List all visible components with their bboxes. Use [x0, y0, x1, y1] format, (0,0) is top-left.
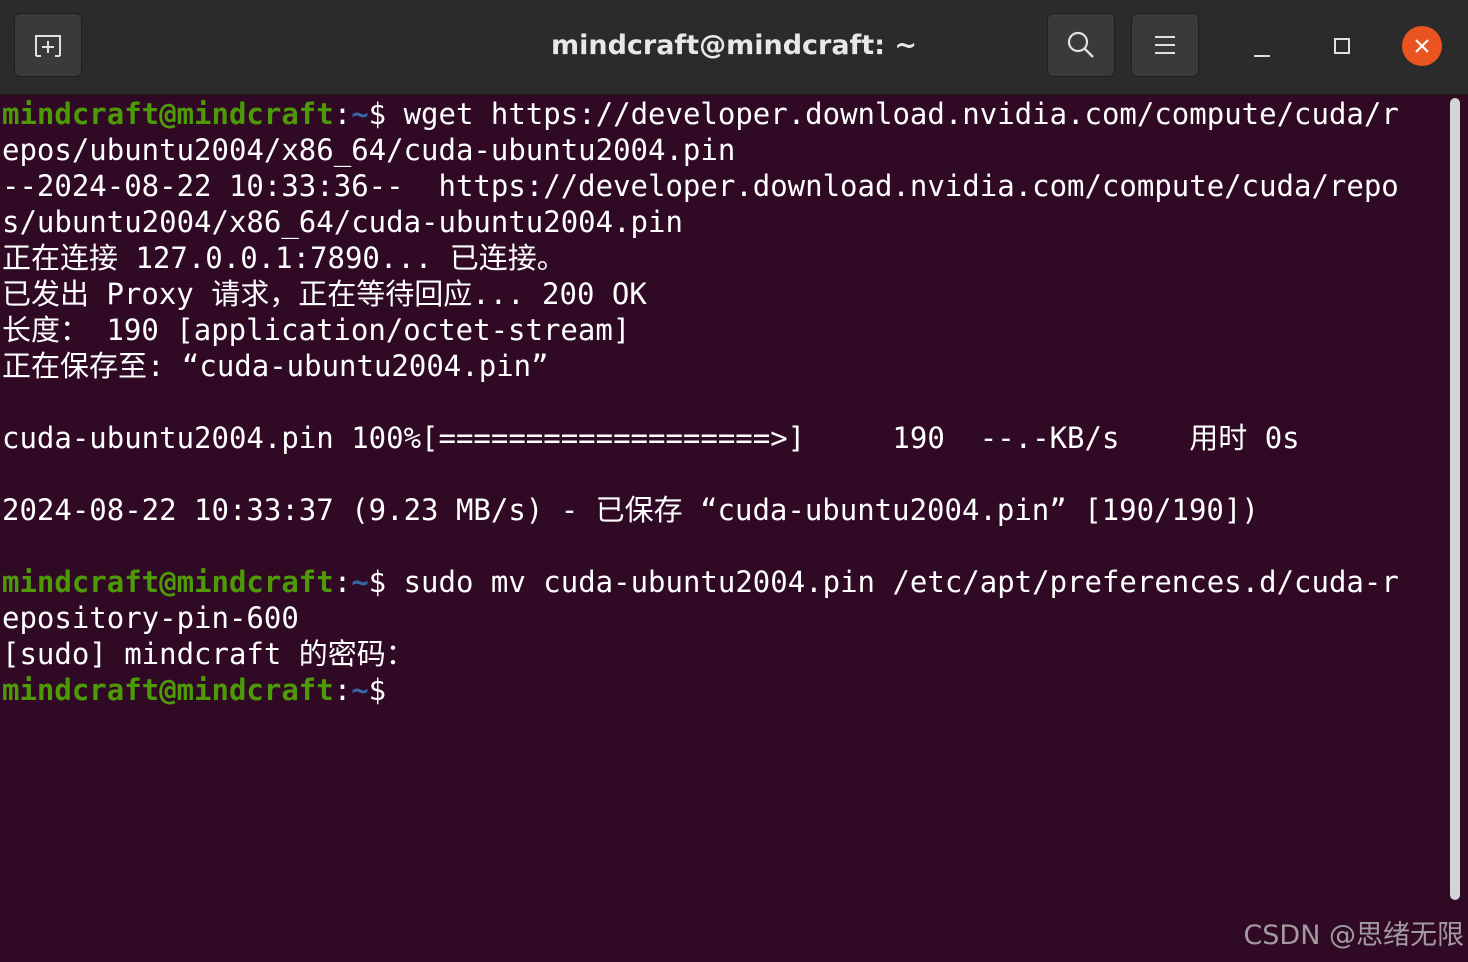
output-line: 正在连接 127.0.0.1:7890... 已连接。 [2, 240, 1442, 276]
prompt-separator: : [333, 565, 352, 599]
output-line: [sudo] mindcraft 的密码： [2, 636, 1442, 672]
output-line: s/ubuntu2004/x86_64/cuda-ubuntu2004.pin [2, 204, 1442, 240]
prompt-path: ~ [351, 97, 369, 131]
output-text: [sudo] mindcraft 的密码： [2, 637, 415, 671]
prompt-line: mindcraft@mindcraft:~$ sudo mv cuda-ubun… [2, 564, 1442, 600]
output-text: 正在保存至: “cuda-ubuntu2004.pin” [2, 349, 549, 383]
output-line: 2024-08-22 10:33:37 (9.23 MB/s) - 已保存 “c… [2, 492, 1442, 528]
prompt-line: mindcraft@mindcraft:~$ [2, 672, 1442, 708]
output-text: --2024-08-22 10:33:36-- https://develope… [2, 169, 1399, 203]
prompt-user: mindcraft@mindcraft [2, 565, 334, 599]
command-text: wget https://developer.download.nvidia.c… [403, 97, 1399, 131]
title-bar: mindcraft@mindcraft: ~ [0, 0, 1468, 95]
prompt-line: mindcraft@mindcraft:~$ wget https://deve… [2, 96, 1442, 132]
minimize-button[interactable] [1242, 30, 1282, 70]
maximize-button[interactable] [1322, 26, 1362, 66]
output-text: epos/ubuntu2004/x86_64/cuda-ubuntu2004.p… [2, 133, 736, 167]
watermark: CSDN @思绪无限 [1243, 920, 1464, 951]
output-line: 正在保存至: “cuda-ubuntu2004.pin” [2, 348, 1442, 384]
output-text: s/ubuntu2004/x86_64/cuda-ubuntu2004.pin [2, 205, 683, 239]
output-line: 已发出 Proxy 请求，正在等待回应... 200 OK [2, 276, 1442, 312]
prompt-path: ~ [351, 673, 369, 707]
output-text: 正在连接 127.0.0.1:7890... 已连接。 [2, 241, 566, 275]
terminal-window: mindcraft@mindcraft: ~ mindcraft@mindcra… [0, 0, 1468, 962]
output-text: epository-pin-600 [2, 601, 299, 635]
prompt-symbol: $ [368, 565, 404, 599]
close-icon [1415, 39, 1429, 53]
output-line: epository-pin-600 [2, 600, 1442, 636]
output-text: 长度： 190 [application/octet-stream] [2, 313, 631, 347]
output-line: epos/ubuntu2004/x86_64/cuda-ubuntu2004.p… [2, 132, 1442, 168]
prompt-separator: : [333, 673, 352, 707]
prompt-user: mindcraft@mindcraft [2, 673, 334, 707]
terminal-output[interactable]: mindcraft@mindcraft:~$ wget https://deve… [2, 96, 1442, 962]
prompt-path: ~ [351, 565, 369, 599]
minimize-icon [1254, 55, 1270, 57]
maximize-icon [1334, 38, 1350, 54]
hamburger-menu-icon [1155, 36, 1175, 54]
output-text: 2024-08-22 10:33:37 (9.23 MB/s) - 已保存 “c… [2, 493, 1259, 527]
prompt-user: mindcraft@mindcraft [2, 97, 334, 131]
menu-button[interactable] [1131, 13, 1199, 77]
prompt-symbol: $ [368, 673, 404, 707]
output-line: cuda-ubuntu2004.pin 100%[===============… [2, 420, 1442, 456]
output-line: --2024-08-22 10:33:36-- https://develope… [2, 168, 1442, 204]
output-line: 长度： 190 [application/octet-stream] [2, 312, 1442, 348]
command-text: sudo mv cuda-ubuntu2004.pin /etc/apt/pre… [403, 565, 1399, 599]
output-text: cuda-ubuntu2004.pin 100%[===============… [2, 421, 1300, 455]
close-button[interactable] [1402, 26, 1442, 66]
scrollbar-thumb[interactable] [1450, 98, 1460, 900]
prompt-separator: : [333, 97, 352, 131]
search-button[interactable] [1047, 13, 1115, 77]
prompt-symbol: $ [368, 97, 404, 131]
search-icon [1067, 31, 1094, 58]
output-text: 已发出 Proxy 请求，正在等待回应... 200 OK [2, 277, 647, 311]
